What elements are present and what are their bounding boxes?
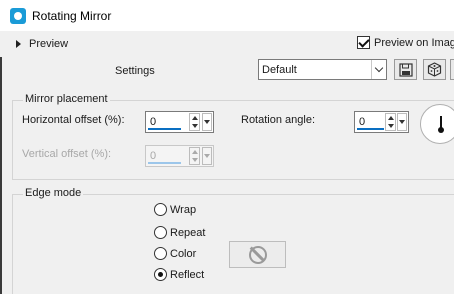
rotation-angle-dial[interactable] — [420, 104, 454, 144]
edge-mode-wrap-label: Wrap — [170, 203, 197, 216]
chevron-down-icon — [374, 63, 384, 73]
vertical-offset-field[interactable]: 0 — [145, 145, 214, 167]
checkbox-checked-icon[interactable] — [357, 36, 370, 49]
preview-row: Preview Preview on Imag — [0, 31, 454, 57]
randomize-button[interactable] — [423, 59, 446, 80]
rotation-angle-stepper[interactable] — [385, 113, 396, 131]
vertical-offset-stepper[interactable] — [189, 147, 200, 165]
rotation-angle-menu-button[interactable] — [397, 113, 407, 131]
edge-mode-wrap-option[interactable]: Wrap — [154, 203, 196, 216]
rotation-angle-label: Rotation angle: — [241, 114, 315, 126]
title-bar: Rotating Mirror — [0, 0, 454, 31]
vertical-offset-value[interactable]: 0 — [150, 150, 156, 162]
edge-mode-reflect-option[interactable]: Reflect — [154, 268, 204, 281]
settings-row: Settings Default — [0, 57, 454, 85]
dropdown-arrow-icon — [204, 120, 210, 124]
save-icon — [398, 62, 413, 77]
horizontal-offset-menu-button[interactable] — [202, 113, 212, 131]
decrement-icon[interactable] — [386, 122, 395, 130]
settings-label: Settings — [115, 65, 155, 77]
left-edge-divider — [0, 57, 2, 294]
horizontal-offset-stepper[interactable] — [189, 113, 200, 131]
horizontal-offset-slider-bar[interactable] — [148, 128, 181, 130]
radio-icon[interactable] — [154, 226, 167, 239]
radio-icon[interactable] — [154, 247, 167, 260]
mirror-placement-title: Mirror placement — [23, 93, 110, 105]
edge-mode-title: Edge mode — [23, 187, 84, 199]
rotation-angle-value[interactable]: 0 — [359, 116, 365, 128]
vertical-offset-slider-bar[interactable] — [148, 162, 181, 164]
horizontal-offset-value[interactable]: 0 — [150, 116, 156, 128]
dropdown-arrow-icon — [204, 154, 210, 158]
edge-mode-reflect-label: Reflect — [170, 268, 205, 281]
preview-label: Preview — [29, 38, 69, 50]
expand-arrow-icon — [16, 40, 21, 48]
preset-dropdown-button[interactable] — [371, 60, 386, 79]
rotation-angle-slider-bar[interactable] — [357, 128, 384, 130]
preview-on-image-label: Preview on Imag — [374, 36, 454, 49]
dropdown-arrow-icon — [399, 120, 405, 124]
edge-mode-repeat-option[interactable]: Repeat — [154, 226, 205, 239]
rotation-angle-field[interactable]: 0 — [354, 111, 409, 133]
preview-on-image-checkbox[interactable]: Preview on Imag — [357, 36, 454, 49]
preset-value: Default — [262, 63, 297, 76]
save-preset-button[interactable] — [394, 59, 417, 80]
no-color-icon — [248, 245, 267, 264]
app-icon — [10, 7, 26, 24]
preset-select[interactable]: Default — [258, 59, 387, 80]
decrement-icon[interactable] — [190, 156, 199, 164]
more-button[interactable] — [450, 59, 454, 80]
decrement-icon[interactable] — [190, 122, 199, 130]
edge-color-swatch[interactable] — [229, 241, 286, 268]
radio-selected-icon[interactable] — [154, 268, 167, 281]
dice-icon — [427, 62, 442, 77]
increment-icon[interactable] — [190, 148, 199, 156]
edge-mode-repeat-label: Repeat — [170, 226, 206, 239]
horizontal-offset-field[interactable]: 0 — [145, 111, 214, 133]
vertical-offset-label: Vertical offset (%): — [22, 148, 112, 160]
dial-pivot-icon — [438, 127, 444, 133]
horizontal-offset-label: Horizontal offset (%): — [22, 114, 125, 126]
window-title: Rotating Mirror — [32, 8, 112, 23]
edge-mode-color-label: Color — [170, 247, 197, 260]
increment-icon[interactable] — [190, 114, 199, 122]
increment-icon[interactable] — [386, 114, 395, 122]
preview-expander[interactable]: Preview — [16, 38, 68, 50]
radio-icon[interactable] — [154, 203, 167, 216]
vertical-offset-menu-button[interactable] — [202, 147, 212, 165]
edge-mode-color-option[interactable]: Color — [154, 247, 196, 260]
